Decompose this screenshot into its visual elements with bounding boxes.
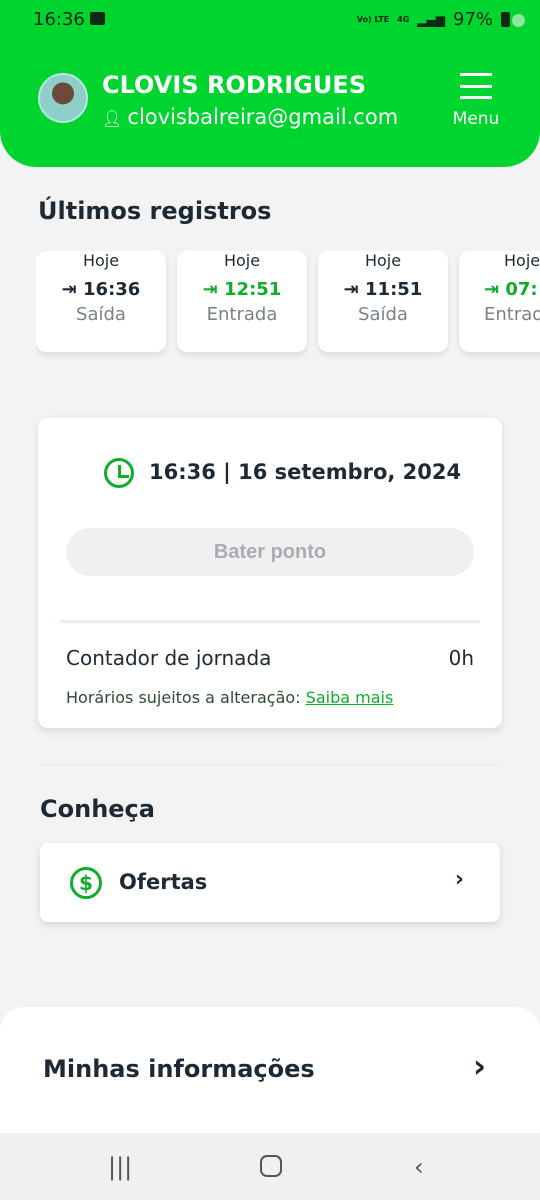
recents-button[interactable]: ||| xyxy=(108,1153,132,1181)
user-icon: 👤︎ xyxy=(102,109,128,128)
clock-card: 16:36 | 16 setembro, 2024 Bater ponto Co… xyxy=(38,418,502,728)
email-text: clovisbalreira@gmail.com xyxy=(127,105,399,129)
status-time: 16:36 xyxy=(33,9,85,30)
image-notification-icon xyxy=(90,12,105,25)
record-type: Entrada xyxy=(206,304,278,325)
enter-icon: ⇥ xyxy=(484,279,506,300)
offers-label: Ofertas xyxy=(119,870,208,894)
record-type: Entrada xyxy=(484,304,540,325)
record-day: Hoje xyxy=(504,251,540,270)
user-name: CLOVIS RODRIGUES xyxy=(102,71,367,99)
network-type: 4G xyxy=(397,14,410,24)
volte-indicator: Vo) LTE xyxy=(356,14,390,24)
status-bar: 16:36 Vo) LTE 4G ▂▄▆ 97% xyxy=(0,0,540,38)
counter-value: 0h xyxy=(448,646,474,670)
record-day: Hoje xyxy=(82,251,120,270)
exit-icon: ⇥ xyxy=(343,279,366,300)
menu-label: Menu xyxy=(452,109,500,129)
user-email: 👤︎ clovisbalreira@gmail.com xyxy=(102,105,398,129)
home-button[interactable] xyxy=(260,1155,282,1177)
record-time: 16:36 xyxy=(83,279,141,300)
battery-level: 97% xyxy=(452,9,493,30)
clock-icon xyxy=(104,458,134,488)
discover-title: Conheça xyxy=(40,795,155,823)
recent-records-list[interactable]: ⇥ 16:36 Saída Hoje ⇥ 12:51 Entrada Hoje ⇥ … xyxy=(36,251,540,391)
profile-header: CLOVIS RODRIGUES 👤︎ clovisbalreira@gmail… xyxy=(0,37,540,167)
chevron-right-icon: › xyxy=(472,1047,486,1085)
record-time: 12:51 xyxy=(224,279,282,300)
chevron-right-icon: › xyxy=(454,867,464,892)
back-button[interactable]: ‹ xyxy=(414,1153,424,1181)
punch-clock-button[interactable]: Bater ponto xyxy=(66,528,474,576)
my-info-label: Minhas informações xyxy=(43,1055,315,1083)
record-type: Saída xyxy=(358,304,408,325)
dollar-refresh-icon: $ xyxy=(70,867,102,899)
hamburger-icon xyxy=(460,73,492,99)
divider xyxy=(60,620,480,623)
counter-label: Contador de jornada xyxy=(66,646,272,670)
learn-more-link[interactable]: Saiba mais xyxy=(306,688,394,707)
enter-icon: ⇥ xyxy=(202,279,225,300)
signal-icon: ▂▄▆ xyxy=(417,12,445,27)
schedule-note: Horários sujeitos a alteração: Saiba mai… xyxy=(66,688,393,707)
note-text: Horários sujeitos a alteração: xyxy=(66,688,301,707)
record-day: Hoje xyxy=(223,251,261,270)
indicator-dot xyxy=(512,14,525,27)
system-nav-bar: ||| ‹ xyxy=(0,1133,540,1200)
battery-icon xyxy=(501,12,510,27)
record-time: 07: xyxy=(505,279,538,300)
record-type: Saída xyxy=(76,304,126,325)
avatar[interactable] xyxy=(38,73,88,123)
recent-records-title: Últimos registros xyxy=(38,197,272,225)
offers-button[interactable]: $ Ofertas › xyxy=(40,843,500,922)
divider xyxy=(42,764,498,766)
exit-icon: ⇥ xyxy=(61,279,84,300)
record-day: Hoje xyxy=(364,251,402,270)
record-time: 11:51 xyxy=(365,279,423,300)
menu-button[interactable]: Menu xyxy=(446,73,506,129)
current-datetime: 16:36 | 16 setembro, 2024 xyxy=(149,460,462,484)
my-info-button[interactable]: Minhas informações › xyxy=(0,1007,540,1147)
